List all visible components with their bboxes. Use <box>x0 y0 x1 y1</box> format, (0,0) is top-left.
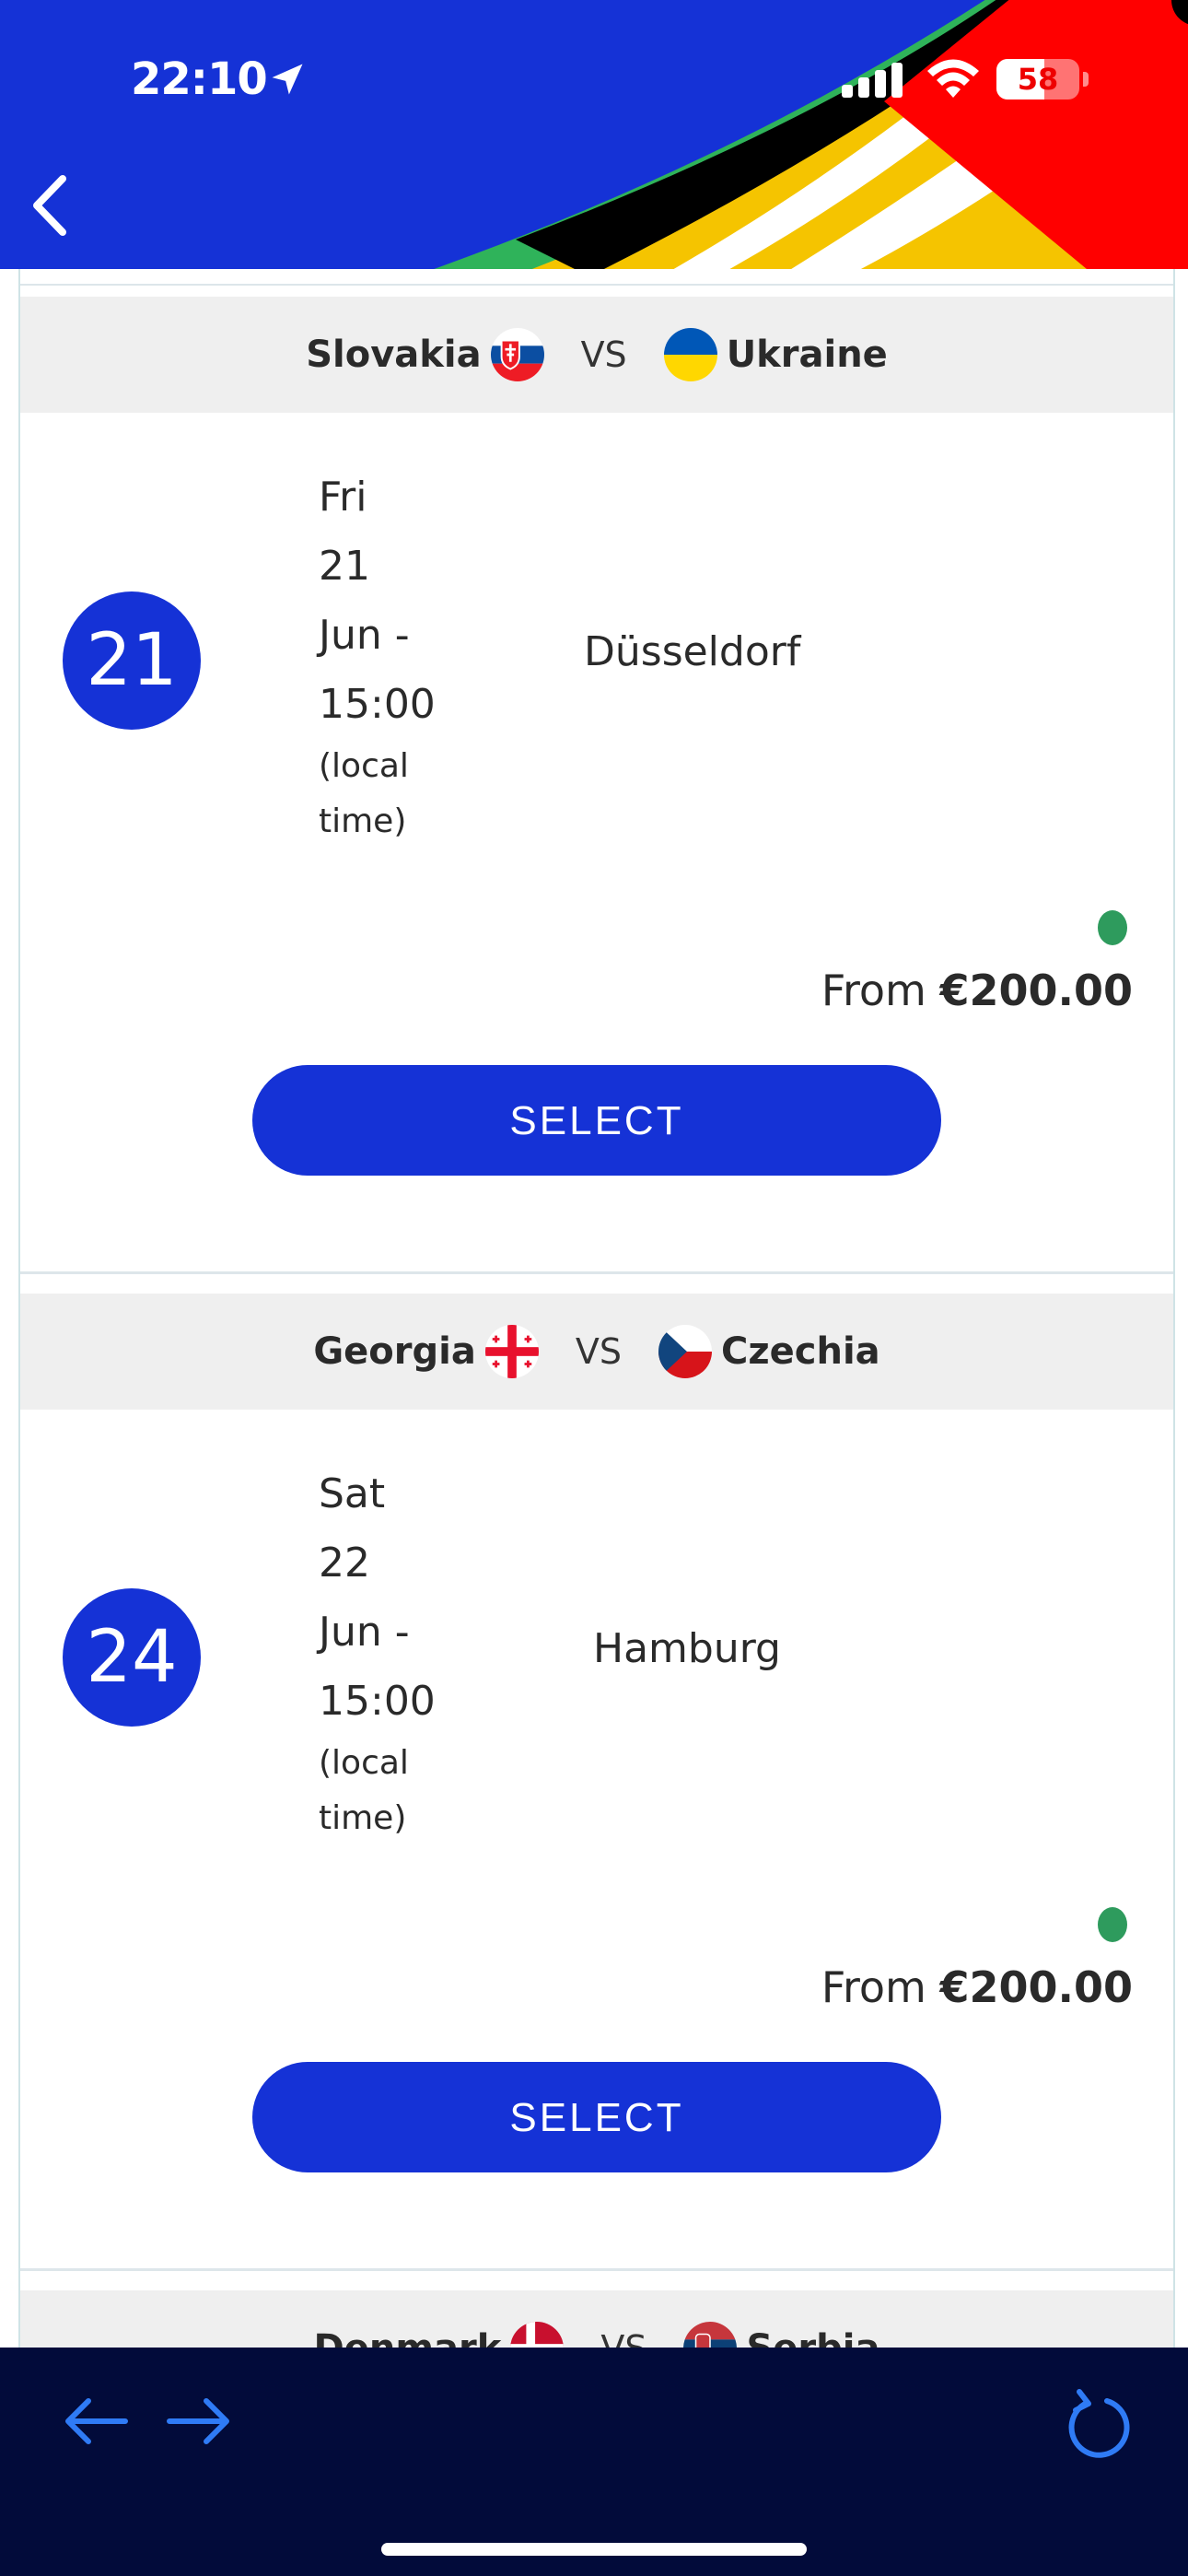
from-label: From <box>821 1962 926 2012</box>
home-team-name: Georgia <box>313 1330 476 1373</box>
away-team: Czechia <box>649 1325 880 1378</box>
match-teams-header: Denmark VS Serbia <box>20 2290 1173 2348</box>
battery-text: 58 <box>1017 62 1059 97</box>
divider <box>20 2268 1173 2271</box>
away-team-name: Serbia <box>746 2327 879 2348</box>
ukraine-flag-icon <box>663 328 717 381</box>
price: €200.00 <box>939 1962 1133 2012</box>
match-list[interactable]: Slovakia VS Ukraine 21 Fri 21 Jun - 15:0… <box>18 269 1175 2348</box>
wifi-icon <box>927 59 979 98</box>
match-date: Sat 22 Jun - 15:00 (local time) <box>319 1459 436 1846</box>
battery-icon: 58 <box>996 59 1079 100</box>
select-button[interactable]: SELECT <box>252 1065 941 1176</box>
signal-icon <box>842 63 903 98</box>
local-time-note: (local <box>319 747 409 785</box>
reload-icon[interactable] <box>1065 2388 1133 2460</box>
match-teams-header: Georgia VS Czechia <box>20 1294 1173 1410</box>
home-team-name: Denmark <box>314 2327 502 2348</box>
home-team: Denmark <box>314 2322 574 2348</box>
match-card: Georgia VS Czechia 24 Sat 22 Jun - 15:00… <box>20 1294 1173 2275</box>
battery-nub <box>1083 72 1089 87</box>
divider <box>20 284 1173 286</box>
header-decoration <box>434 0 1188 269</box>
away-team-name: Czechia <box>720 1330 880 1373</box>
home-indicator <box>381 2543 807 2556</box>
divider <box>20 1271 1173 1274</box>
price-line: From €200.00 <box>821 966 1133 1015</box>
status-time: 22:10 <box>131 53 268 105</box>
date-month: Jun - <box>319 612 410 659</box>
vs-label: VS <box>600 2328 646 2348</box>
away-team: Ukraine <box>655 328 888 381</box>
location-arrow-icon <box>272 64 303 95</box>
select-button[interactable]: SELECT <box>252 2062 941 2172</box>
vs-label: VS <box>575 1331 622 1372</box>
away-team-name: Ukraine <box>726 334 888 376</box>
local-time-note: time) <box>319 802 407 840</box>
date-number: 21 <box>319 543 370 590</box>
vs-label: VS <box>580 334 627 375</box>
denmark-flag-icon <box>510 2322 565 2348</box>
arrow-left-icon[interactable] <box>61 2395 131 2447</box>
match-card: Denmark VS Serbia <box>20 2290 1173 2348</box>
date-month: Jun - <box>319 1609 410 1656</box>
local-time-note: time) <box>319 1799 407 1837</box>
czechia-flag-icon <box>658 1325 712 1378</box>
local-time-note: (local <box>319 1744 409 1782</box>
slovakia-flag-icon <box>490 328 544 381</box>
date-time: 15:00 <box>319 1678 436 1725</box>
chevron-left-icon[interactable] <box>28 173 74 238</box>
match-date: Fri 21 Jun - 15:00 (local time) <box>319 463 436 849</box>
match-teams-header: Slovakia VS Ukraine <box>20 297 1173 413</box>
georgia-flag-icon <box>484 1325 539 1378</box>
price-line: From €200.00 <box>821 1962 1133 2012</box>
match-number-badge: 21 <box>63 591 201 730</box>
venue: Düsseldorf <box>584 628 801 675</box>
app-header: 22:10 58 <box>0 0 1188 269</box>
from-label: From <box>821 966 926 1015</box>
away-team: Serbia <box>674 2322 879 2348</box>
home-team: Slovakia <box>306 328 553 381</box>
serbia-flag-icon <box>683 2322 738 2348</box>
home-team-name: Slovakia <box>306 334 482 376</box>
availability-dot <box>1098 1907 1127 1942</box>
venue: Hamburg <box>593 1625 781 1672</box>
match-number-badge: 24 <box>63 1588 201 1727</box>
availability-dot <box>1098 910 1127 945</box>
date-time: 15:00 <box>319 681 436 728</box>
browser-toolbar <box>0 2348 1188 2576</box>
arrow-right-icon[interactable] <box>164 2395 234 2447</box>
home-team: Georgia <box>313 1325 548 1378</box>
date-number: 22 <box>319 1540 370 1587</box>
price: €200.00 <box>939 966 1133 1015</box>
date-day: Fri <box>319 474 367 521</box>
match-card: Slovakia VS Ukraine 21 Fri 21 Jun - 15:0… <box>20 297 1173 1278</box>
date-day: Sat <box>319 1470 386 1517</box>
